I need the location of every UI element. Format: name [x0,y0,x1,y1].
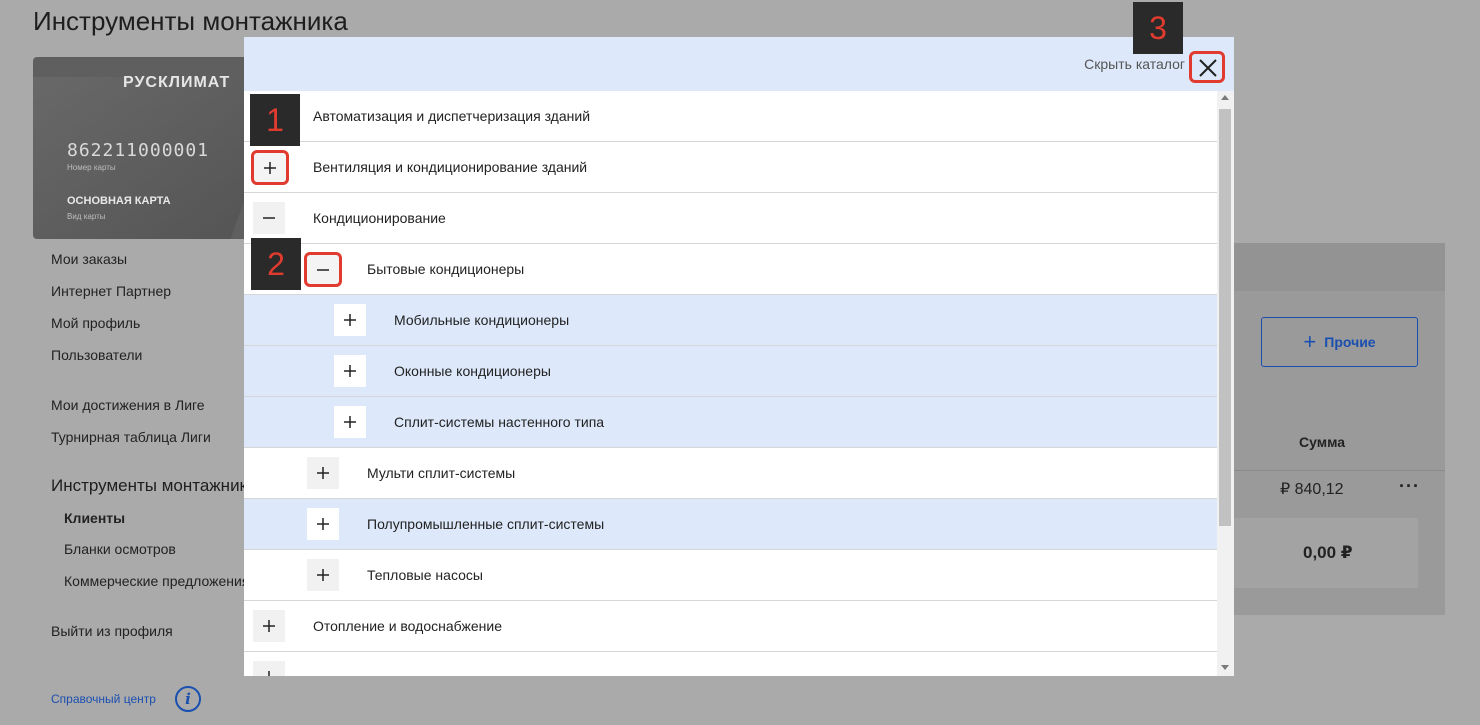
catalog-item[interactable]: Мульти сплит-системы [244,448,1217,499]
sidebar-item-league-table[interactable]: Турнирная таблица Лиги [51,429,211,445]
catalog-item-label: Оконные кондиционеры [394,363,551,379]
logout-link[interactable]: Выйти из профиля [51,623,173,639]
close-catalog-button[interactable] [1189,51,1225,83]
scroll-thumb[interactable] [1219,109,1231,526]
catalog-item[interactable]: Вентиляция и кондиционирование зданий [244,142,1217,193]
expand-toggle-heat-pumps[interactable] [307,559,339,591]
plus-icon [344,365,356,377]
sum-value: ₽ 840,12 [1280,481,1344,498]
catalog-item[interactable]: Кондиционирование [244,193,1217,244]
expand-toggle-window[interactable] [334,355,366,387]
minus-icon [317,268,329,271]
expand-toggle-ventilation[interactable] [251,150,289,185]
sum-column-header: Сумма [1299,434,1346,450]
card-number: 862211000001 [67,140,210,161]
add-other-button[interactable]: + Прочие [1261,317,1418,367]
catalog-item[interactable]: Сплит-системы настенного типа [244,397,1217,448]
plus-icon [264,161,276,174]
hide-catalog-label[interactable]: Скрыть каталог [1084,56,1185,72]
expand-toggle-partial[interactable] [253,661,285,676]
expand-toggle-semi-industrial[interactable] [307,508,339,540]
collapse-toggle-conditioning[interactable] [253,202,285,234]
plus-icon [317,518,329,530]
catalog-item[interactable]: Полупромышленные сплит-системы [244,499,1217,550]
collapse-toggle-household[interactable] [304,252,342,287]
sidebar-item-internet-partner[interactable]: Интернет Партнер [51,283,171,299]
sidebar-item-my-profile[interactable]: Мой профиль [51,315,140,331]
catalog-modal: Скрыть каталог Автоматизация и диспетчер… [244,37,1234,676]
card-type: ОСНОВНАЯ КАРТА [67,195,171,207]
catalog-item[interactable]: Тепловые насосы [244,550,1217,601]
plus-icon [317,569,329,581]
scroll-up-icon[interactable] [1221,95,1229,100]
plus-icon [317,467,329,479]
plus-icon [344,416,356,428]
plus-icon [268,671,270,676]
info-icon[interactable]: i [175,686,201,712]
step-marker-3: 3 [1133,2,1183,54]
plus-icon: + [1303,329,1317,354]
minus-icon [263,217,275,219]
catalog-item-label: Вентиляция и кондиционирование зданий [313,159,588,175]
expand-toggle-split-wall[interactable] [334,406,366,438]
sum-divider [1234,470,1445,471]
step-marker-1: 1 [250,94,300,146]
sidebar-item-league-achievements[interactable]: Мои достижения в Лиге [51,397,205,413]
catalog-item[interactable]: Мобильные кондиционеры [244,295,1217,346]
catalog-modal-header: Скрыть каталог [244,37,1234,91]
sidebar-item-commercial-offers[interactable]: Коммерческие предложения [64,573,249,589]
sidebar-item-users[interactable]: Пользователи [51,347,142,363]
close-icon [1199,59,1217,77]
expand-toggle-multi-split[interactable] [307,457,339,489]
catalog-item[interactable]: Бытовые кондиционеры [244,244,1217,295]
card-type-label: Вид карты [67,212,106,221]
order-panel-header [1234,243,1445,291]
scroll-down-icon[interactable] [1221,665,1229,670]
plus-icon [344,314,356,326]
plus-icon [263,620,275,632]
page-title: Инструменты монтажника [33,6,348,36]
total-value: 0,00 ₽ [1303,543,1353,562]
expand-toggle-heating[interactable] [253,610,285,642]
catalog-item-label: Кондиционирование [313,210,446,226]
help-center-link[interactable]: Справочный центр [51,692,156,706]
catalog-item-partial[interactable] [244,652,1217,676]
add-other-label: Прочие [1324,334,1376,350]
catalog-item-label: Мульти сплит-системы [367,465,516,481]
card-brand: РУСКЛИМАТ [123,74,231,91]
catalog-item[interactable]: Отопление и водоснабжение [244,601,1217,652]
catalog-item-label: Тепловые насосы [367,567,483,583]
catalog-item-label: Мобильные кондиционеры [394,312,570,328]
catalog-list[interactable]: Автоматизация и диспетчеризация зданий В… [244,91,1217,676]
card-number-label: Номер карты [67,163,116,172]
catalog-item[interactable]: Автоматизация и диспетчеризация зданий [244,91,1217,142]
catalog-item-label: Сплит-системы настенного типа [394,414,605,430]
step-marker-2: 2 [251,238,301,290]
catalog-item[interactable]: Оконные кондиционеры [244,346,1217,397]
catalog-item-label: Автоматизация и диспетчеризация зданий [313,108,591,124]
catalog-item-label: Отопление и водоснабжение [313,618,502,634]
page: Инструменты монтажника РУСКЛИМАТ 8622110… [0,0,1480,725]
expand-toggle-mobile[interactable] [334,304,366,336]
more-icon[interactable]: ··· [1399,476,1420,497]
sidebar-item-my-orders[interactable]: Мои заказы [51,251,127,267]
catalog-scrollbar[interactable] [1217,91,1234,676]
catalog-item-label: Полупромышленные сплит-системы [367,516,605,532]
sidebar-item-inspection-forms[interactable]: Бланки осмотров [64,541,176,557]
sidebar-item-clients[interactable]: Клиенты [64,510,125,526]
catalog-item-label: Бытовые кондиционеры [367,261,525,277]
sidebar-section-installer-tools[interactable]: Инструменты монтажника [51,476,257,496]
